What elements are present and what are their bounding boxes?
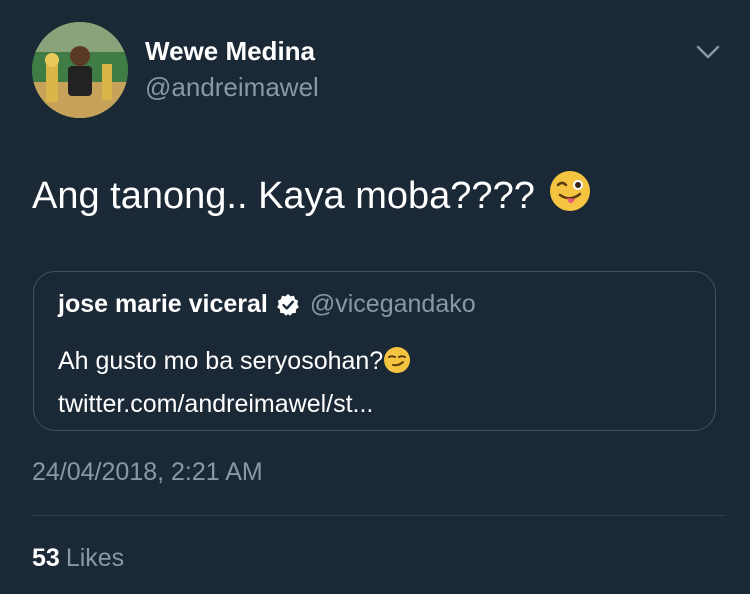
avatar[interactable] (32, 22, 128, 118)
author-display-name[interactable]: Wewe Medina (145, 36, 315, 67)
quoted-display-name: jose marie viceral (58, 290, 268, 318)
quoted-handle: @vicegandako (309, 290, 476, 318)
tweet-text: Ang tanong.. Kaya moba???? (32, 170, 591, 222)
chevron-down-icon[interactable] (696, 42, 720, 62)
likes-label: Likes (65, 544, 125, 572)
quoted-tweet-body: Ah gusto mo ba seryosohan? twitter.com/a… (58, 342, 698, 423)
tweet-timestamp[interactable]: 24/04/2018, 2:21 AM (32, 458, 263, 487)
avatar-photo (32, 22, 128, 118)
tweet-text-content: Ang tanong.. Kaya moba???? (32, 174, 535, 217)
likes-count: 53 (32, 544, 60, 572)
quoted-tweet-card[interactable]: jose marie viceral @vicegandako Ah gusto… (33, 271, 716, 431)
likes-stat[interactable]: 53 Likes (32, 544, 124, 573)
quoted-tweet-header: jose marie viceral @vicegandako (58, 290, 476, 319)
winking-face-with-tongue-icon (549, 170, 591, 222)
divider (32, 515, 725, 516)
smirking-face-icon (383, 346, 411, 385)
quoted-tweet-link[interactable]: twitter.com/andreimawel/st... (58, 390, 373, 418)
quoted-text-part1: Ah gusto mo ba seryosohan? (58, 347, 384, 375)
verified-badge-icon (276, 293, 300, 317)
author-handle[interactable]: @andreimawel (145, 72, 319, 103)
